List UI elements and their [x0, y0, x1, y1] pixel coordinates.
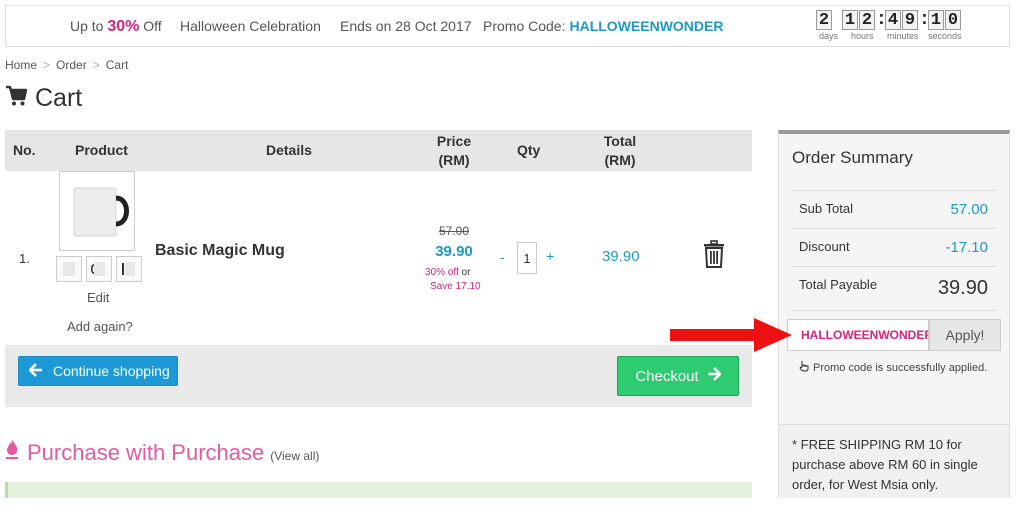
cart-icon	[5, 85, 28, 112]
apply-promo-button[interactable]: Apply!	[929, 319, 1001, 351]
summary-divider	[792, 228, 996, 229]
discount-label: Discount	[799, 239, 850, 254]
continue-shopping-label: Continue shopping	[53, 363, 170, 379]
row-total: 39.90	[602, 248, 640, 265]
cart-table-header: No. Product Details Price (RM) Qty Total…	[5, 130, 752, 171]
banner-promo: Promo Code: HALLOWEENWONDER	[483, 6, 723, 46]
product-image[interactable]	[59, 171, 135, 251]
page-title-text: Cart	[35, 84, 83, 112]
banner-discount: Up to 30% Off	[70, 6, 162, 46]
price-or-text: or	[461, 267, 471, 278]
banner-ends: Ends on 28 Oct 2017	[340, 18, 472, 34]
arrow-right-icon	[707, 367, 721, 385]
banner-promo-label: Promo Code:	[483, 18, 566, 34]
header-price-label: Price	[436, 133, 472, 149]
price-off-text: 30% off or	[425, 267, 470, 278]
header-price: Price (RM)	[435, 132, 473, 170]
qty-decrement-button[interactable]: -	[500, 249, 505, 265]
breadcrumb-home[interactable]: Home	[5, 58, 37, 72]
annotation-arrow-icon	[670, 318, 792, 357]
banner-event: Halloween Celebration	[180, 18, 321, 34]
pwp-section-header: Purchase with Purchase (View all)	[5, 438, 319, 466]
countdown-label-minutes: minutes	[887, 31, 919, 41]
flame-icon	[5, 438, 19, 465]
pointer-hand-icon	[799, 360, 810, 375]
countdown-label-days: days	[819, 31, 839, 41]
breadcrumb-cart: Cart	[105, 58, 129, 72]
subtotal-label: Sub Total	[799, 201, 853, 216]
table-row: 1. Edit Add again? Basic Magic Mug 57.00…	[5, 171, 752, 345]
price-off-percent: 30% off	[425, 267, 459, 278]
header-total: Total (RM)	[601, 132, 639, 170]
summary-divider	[792, 190, 996, 191]
breadcrumb-separator: >	[43, 58, 51, 72]
product-name: Basic Magic Mug	[155, 242, 285, 259]
header-product: Product	[75, 142, 128, 158]
countdown-separator: :	[876, 10, 887, 30]
countdown-hours-ones: 2	[859, 10, 875, 30]
product-thumbnail[interactable]	[56, 256, 82, 282]
order-summary: Order Summary Sub Total 57.00 Discount -…	[778, 130, 1010, 498]
countdown-seconds-tens: 1	[928, 10, 944, 30]
banner-discount-percent: 30%	[107, 18, 140, 35]
banner-promo-code: HALLOWEENWONDER	[569, 18, 724, 34]
qty-increment-button[interactable]: +	[546, 248, 554, 264]
summary-divider	[792, 266, 996, 267]
total-payable-label: Total Payable	[799, 277, 878, 292]
header-details: Details	[266, 142, 312, 158]
price-original: 57.00	[438, 224, 470, 238]
promo-status: Promo code is successfully applied.	[799, 360, 987, 375]
pwp-title: Purchase with Purchase	[27, 440, 265, 465]
breadcrumb-order[interactable]: Order	[56, 58, 87, 72]
countdown-seconds-ones: 0	[945, 10, 961, 30]
product-thumbnail[interactable]	[116, 256, 142, 282]
continue-shopping-button[interactable]: Continue shopping	[18, 356, 178, 386]
countdown-minutes-ones: 9	[902, 10, 918, 30]
summary-divider	[792, 310, 996, 311]
header-price-unit: (RM)	[438, 152, 470, 168]
edit-link[interactable]: Edit	[87, 290, 109, 305]
header-qty: Qty	[517, 142, 541, 158]
banner-upto-text: Up to	[70, 18, 104, 34]
trash-icon[interactable]	[703, 240, 725, 273]
checkout-button[interactable]: Checkout	[617, 356, 739, 396]
checkout-label: Checkout	[635, 367, 699, 385]
header-no: No.	[13, 142, 36, 158]
row-number: 1.	[19, 251, 30, 266]
breadcrumb-separator: >	[92, 58, 100, 72]
order-summary-title: Order Summary	[792, 148, 913, 167]
pwp-view-all-link[interactable]: (View all)	[270, 449, 319, 463]
arrow-left-icon	[28, 362, 43, 380]
pwp-content-strip	[5, 482, 752, 498]
total-payable-value: 39.90	[937, 277, 988, 299]
cart-actions: Continue shopping Checkout	[5, 345, 752, 407]
shipping-note: * FREE SHIPPING RM 10 for purchase above…	[779, 424, 1009, 498]
countdown-label-seconds: seconds	[928, 31, 962, 41]
countdown-separator: :	[919, 10, 930, 30]
promo-banner: Up to 30% Off Halloween Celebration Ends…	[5, 5, 1010, 47]
countdown-days: 2	[816, 10, 832, 30]
promo-code-input[interactable]	[787, 319, 929, 351]
product-thumbnail[interactable]	[86, 256, 112, 282]
countdown-hours-tens: 1	[842, 10, 858, 30]
price-discounted: 39.90	[435, 243, 473, 260]
countdown-minutes-tens: 4	[885, 10, 901, 30]
price-save-text: Save 17.10	[430, 281, 481, 292]
countdown-timer: 2 1 2 : 4 9 : 1 0 days hours minutes sec…	[816, 10, 962, 46]
subtotal-value: 57.00	[950, 201, 988, 218]
header-total-unit: (RM)	[604, 152, 636, 168]
add-again-link[interactable]: Add again?	[67, 319, 133, 334]
breadcrumb: Home > Order > Cart	[5, 58, 128, 72]
banner-off-text: Off	[143, 18, 162, 34]
page-title: Cart	[5, 84, 82, 113]
promo-status-text: Promo code is successfully applied.	[813, 361, 988, 374]
countdown-label-hours: hours	[851, 31, 874, 41]
discount-value: -17.10	[945, 239, 988, 256]
header-total-label: Total	[603, 133, 637, 149]
qty-input[interactable]	[517, 242, 537, 274]
